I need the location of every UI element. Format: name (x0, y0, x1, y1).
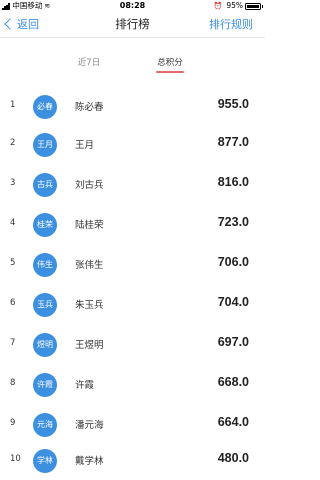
user-name: 朱玉兵 (75, 300, 104, 311)
user-name: 张伟生 (75, 260, 104, 271)
nav-bar: 返回 排行榜 排行规则 (0, 12, 265, 38)
score-value: 664.0 (217, 415, 249, 429)
rank-number: 4 (10, 218, 16, 228)
tab-total-points[interactable]: 总积分 (154, 56, 186, 68)
rank-number: 10 (10, 454, 21, 464)
user-name: 陆桂荣 (75, 220, 104, 231)
list-item[interactable]: 8 许霞 许霞 668.0 (0, 368, 265, 404)
avatar: 古兵 (33, 173, 57, 197)
rank-number: 1 (10, 100, 16, 110)
list-item[interactable]: 4 桂荣 陆桂荣 723.0 (0, 208, 265, 244)
rank-number: 2 (10, 138, 16, 148)
list-item[interactable]: 6 玉兵 朱玉兵 704.0 (0, 288, 265, 324)
avatar: 煜明 (33, 333, 57, 357)
alarm-icon: ⏰ (213, 2, 223, 10)
avatar: 必春 (33, 95, 57, 119)
battery-percent: 95% (226, 1, 243, 10)
score-value: 723.0 (217, 215, 249, 229)
tab-bar: 近7日 总积分 (0, 56, 265, 78)
tab-recent-7-days[interactable]: 近7日 (75, 56, 103, 68)
status-right: ⏰ 95% (213, 0, 263, 12)
score-value: 816.0 (217, 175, 249, 189)
user-name: 戴学林 (75, 456, 104, 467)
rank-number: 8 (10, 378, 16, 388)
user-name: 刘古兵 (75, 180, 104, 191)
list-item[interactable]: 7 煜明 王煜明 697.0 (0, 328, 265, 364)
user-name: 许霞 (75, 380, 95, 391)
avatar: 玉兵 (33, 293, 57, 317)
score-value: 668.0 (217, 375, 249, 389)
rank-number: 9 (10, 418, 16, 428)
avatar: 桂荣 (33, 213, 57, 237)
rank-number: 6 (10, 298, 16, 308)
list-item[interactable]: 5 伟生 张伟生 706.0 (0, 248, 265, 284)
avatar: 许霞 (33, 373, 57, 397)
score-value: 704.0 (217, 295, 249, 309)
score-value: 955.0 (217, 97, 249, 111)
user-name: 王月 (75, 140, 95, 151)
avatar: 元海 (33, 413, 57, 437)
user-name: 王煜明 (75, 340, 104, 351)
list-item[interactable]: 1 必春 陈必春 955.0 (0, 90, 265, 126)
score-value: 480.0 (217, 451, 249, 465)
score-value: 877.0 (217, 135, 249, 149)
list-item[interactable]: 10 学林 戴学林 480.0 (0, 444, 265, 480)
score-value: 697.0 (217, 335, 249, 349)
battery-icon (245, 2, 263, 10)
rank-number: 5 (10, 258, 16, 268)
score-value: 706.0 (217, 255, 249, 269)
avatar: 学林 (33, 449, 57, 473)
user-name: 陈必春 (75, 102, 104, 113)
list-item[interactable]: 9 元海 潘元海 664.0 (0, 408, 265, 444)
rank-number: 7 (10, 338, 16, 348)
user-name: 潘元海 (75, 420, 104, 431)
ranking-rules-button[interactable]: 排行规则 (209, 16, 253, 32)
list-item[interactable]: 2 王月 王月 877.0 (0, 128, 265, 164)
avatar: 王月 (33, 133, 57, 157)
avatar: 伟生 (33, 253, 57, 277)
list-item[interactable]: 3 古兵 刘古兵 816.0 (0, 168, 265, 204)
active-tab-indicator (156, 71, 184, 73)
rank-number: 3 (10, 178, 16, 188)
status-bar: 中国移动 ≋ 08:28 ⏰ 95% (0, 0, 265, 12)
